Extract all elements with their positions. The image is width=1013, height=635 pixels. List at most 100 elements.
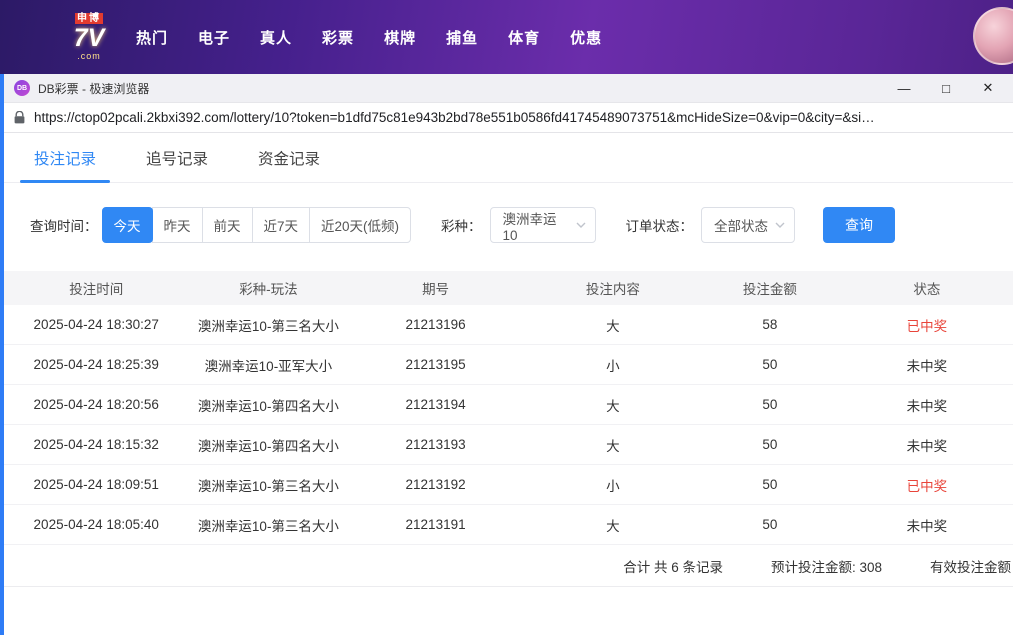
nav-item-fishing[interactable]: 捕鱼: [446, 27, 478, 48]
chevron-down-icon: [775, 222, 785, 228]
nav-item-chess[interactable]: 棋牌: [384, 27, 416, 48]
cell-status: 已中奖: [841, 315, 1013, 335]
cell-status: 未中奖: [841, 355, 1013, 375]
bet-table-body: 2025-04-24 18:30:27澳洲幸运10-第三名大小21213196大…: [0, 305, 1013, 545]
order-status-label: 订单状态：: [626, 215, 694, 235]
logo-sub-text: .com: [60, 51, 118, 61]
time-filter-today[interactable]: 今天: [102, 207, 153, 243]
cell-time: 2025-04-24 18:15:32: [0, 437, 192, 452]
cell-time: 2025-04-24 18:20:56: [0, 397, 192, 412]
cell-status: 未中奖: [841, 395, 1013, 415]
header-amount: 投注金额: [699, 278, 841, 298]
tab-bet-records[interactable]: 投注记录: [20, 133, 110, 182]
table-row: 2025-04-24 18:25:39澳洲幸运10-亚军大小21213195小5…: [0, 345, 1013, 385]
header-play: 彩种-玩法: [192, 278, 344, 298]
nav-item-sports[interactable]: 体育: [508, 27, 540, 48]
order-status-value: 全部状态: [714, 215, 768, 235]
cell-amount: 50: [699, 357, 841, 372]
cell-content: 大: [527, 435, 699, 455]
maximize-button[interactable]: □: [925, 74, 967, 102]
tab-chase-records[interactable]: 追号记录: [132, 133, 222, 182]
time-filter-label: 查询时间：: [30, 215, 98, 235]
nav-item-promo[interactable]: 优惠: [570, 27, 602, 48]
summary-valid-amount: 有效投注金额: [930, 556, 1011, 576]
browser-titlebar: DB DB彩票 - 极速浏览器 — □ ✕: [0, 74, 1013, 103]
cell-time: 2025-04-24 18:30:27: [0, 317, 192, 332]
lottery-select[interactable]: 澳洲幸运10: [490, 207, 596, 243]
cell-status: 未中奖: [841, 435, 1013, 455]
favicon-icon: DB: [14, 80, 30, 96]
lock-icon: [14, 111, 25, 124]
cell-issue: 21213195: [344, 357, 526, 372]
table-summary-row: 合计 共 6 条记录 预计投注金额: 308 有效投注金额: [0, 545, 1013, 587]
cell-content: 大: [527, 515, 699, 535]
url-text[interactable]: https://ctop02pcali.2kbxi392.com/lottery…: [34, 110, 875, 125]
time-filter-last-7-days[interactable]: 近7天: [252, 207, 311, 243]
cell-issue: 21213191: [344, 517, 526, 532]
cell-content: 小: [527, 355, 699, 375]
cell-time: 2025-04-24 18:05:40: [0, 517, 192, 532]
header-issue: 期号: [344, 278, 526, 298]
cell-issue: 21213196: [344, 317, 526, 332]
table-row: 2025-04-24 18:09:51澳洲幸运10-第三名大小21213192小…: [0, 465, 1013, 505]
cell-issue: 21213193: [344, 437, 526, 452]
tab-fund-records[interactable]: 资金记录: [244, 133, 334, 182]
order-status-select[interactable]: 全部状态: [701, 207, 795, 243]
window-left-accent: [0, 74, 4, 635]
cell-content: 大: [527, 315, 699, 335]
tabs: 投注记录追号记录资金记录: [0, 133, 1013, 183]
table-row: 2025-04-24 18:15:32澳洲幸运10-第四名大小21213193大…: [0, 425, 1013, 465]
cell-play: 澳洲幸运10-第三名大小: [192, 475, 344, 495]
close-button[interactable]: ✕: [967, 74, 1009, 102]
header-time: 投注时间: [0, 278, 192, 298]
nav-item-live[interactable]: 真人: [260, 27, 292, 48]
cell-time: 2025-04-24 18:09:51: [0, 477, 192, 492]
cell-amount: 50: [699, 437, 841, 452]
cell-issue: 21213192: [344, 477, 526, 492]
window-controls: — □ ✕: [883, 74, 1009, 102]
cell-play: 澳洲幸运10-第四名大小: [192, 395, 344, 415]
window-title: DB彩票 - 极速浏览器: [38, 80, 149, 97]
summary-expected-amount: 预计投注金额: 308: [771, 556, 882, 576]
query-button[interactable]: 查询: [823, 207, 895, 243]
cell-time: 2025-04-24 18:25:39: [0, 357, 192, 372]
header-content: 投注内容: [527, 278, 699, 298]
time-filter-yesterday[interactable]: 昨天: [152, 207, 203, 243]
summary-total-records: 合计 共 6 条记录: [623, 556, 723, 576]
bet-records-table: 投注时间彩种-玩法期号投注内容投注金额状态 2025-04-24 18:30:2…: [0, 271, 1013, 587]
cell-amount: 50: [699, 397, 841, 412]
time-filter-group: 今天昨天前天近7天近20天(低频): [102, 207, 412, 243]
table-row: 2025-04-24 18:05:40澳洲幸运10-第三名大小21213191大…: [0, 505, 1013, 545]
minimize-button[interactable]: —: [883, 74, 925, 102]
time-filter-last-20-days[interactable]: 近20天(低频): [309, 207, 411, 243]
cell-amount: 50: [699, 477, 841, 492]
cell-play: 澳洲幸运10-第三名大小: [192, 315, 344, 335]
logo-main-text: 7V: [60, 25, 118, 51]
cell-play: 澳洲幸运10-第四名大小: [192, 435, 344, 455]
table-header-row: 投注时间彩种-玩法期号投注内容投注金额状态: [0, 271, 1013, 305]
address-bar[interactable]: https://ctop02pcali.2kbxi392.com/lottery…: [0, 103, 1013, 133]
chevron-down-icon: [576, 222, 586, 228]
table-row: 2025-04-24 18:30:27澳洲幸运10-第三名大小21213196大…: [0, 305, 1013, 345]
cell-play: 澳洲幸运10-第三名大小: [192, 515, 344, 535]
nav-item-lottery[interactable]: 彩票: [322, 27, 354, 48]
nav-item-hot[interactable]: 热门: [136, 27, 168, 48]
nav-item-slots[interactable]: 电子: [198, 27, 230, 48]
nav-items: 热门 电子 真人 彩票 棋牌 捕鱼 体育 优惠: [136, 27, 602, 48]
browser-window: DB DB彩票 - 极速浏览器 — □ ✕ https://ctop02pcal…: [0, 74, 1013, 635]
header-status: 状态: [841, 278, 1013, 298]
cell-content: 大: [527, 395, 699, 415]
logo-badge-text: 申博: [75, 13, 103, 24]
cell-amount: 50: [699, 517, 841, 532]
lottery-select-value: 澳洲幸运10: [503, 208, 570, 243]
table-row: 2025-04-24 18:20:56澳洲幸运10-第四名大小21213194大…: [0, 385, 1013, 425]
time-filter-day-before[interactable]: 前天: [202, 207, 253, 243]
cell-amount: 58: [699, 317, 841, 332]
lottery-select-label: 彩种：: [441, 215, 482, 235]
user-avatar[interactable]: [973, 7, 1013, 65]
cell-issue: 21213194: [344, 397, 526, 412]
site-top-nav: 申博 7V .com 热门 电子 真人 彩票 棋牌 捕鱼 体育 优惠: [0, 0, 1013, 74]
cell-status: 未中奖: [841, 515, 1013, 535]
site-logo[interactable]: 申博 7V .com: [60, 13, 118, 61]
cell-play: 澳洲幸运10-亚军大小: [192, 355, 344, 375]
